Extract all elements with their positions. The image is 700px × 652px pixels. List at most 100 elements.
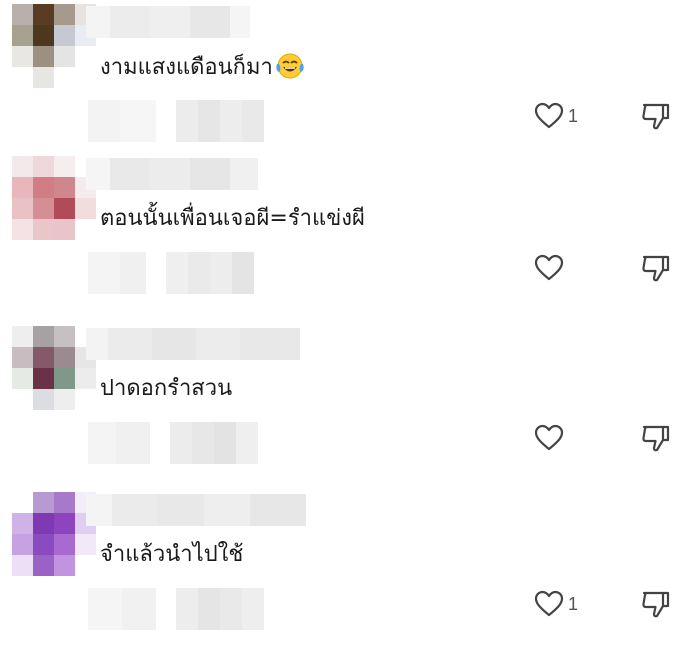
avatar-pixel: [75, 46, 96, 67]
avatar-pixel: [33, 389, 54, 410]
avatar-pixel: [33, 177, 54, 198]
avatar-pixel: [33, 25, 54, 46]
comment-text-body: ปาดอกรำสวน: [100, 376, 233, 401]
avatar[interactable]: [12, 156, 96, 240]
avatar-pixel: [12, 198, 33, 219]
avatar-pixel: [33, 555, 54, 576]
comment-meta-blurred: [88, 588, 264, 630]
comment-text-body: งามแสงแดือนก็มา: [100, 55, 273, 80]
avatar-pixel: [12, 156, 33, 177]
avatar-pixel: [75, 219, 96, 240]
avatar[interactable]: [12, 326, 96, 410]
thumbs-down-icon: [642, 425, 670, 452]
thumbs-down-icon: [642, 103, 670, 130]
avatar-pixel: [12, 177, 33, 198]
avatar-pixel: [54, 534, 75, 555]
like-button[interactable]: 1: [534, 100, 578, 132]
avatar-pixel: [54, 368, 75, 389]
avatar-pixel: [54, 46, 75, 67]
heart-icon: [534, 102, 564, 129]
avatar-pixel: [54, 326, 75, 347]
avatar-pixel: [12, 67, 33, 88]
avatar-pixel: [54, 4, 75, 25]
username-blurred[interactable]: [86, 6, 250, 38]
avatar-pixel: [33, 198, 54, 219]
dislike-button[interactable]: [640, 422, 672, 454]
heart-icon: [534, 254, 564, 281]
avatar-pixel: [54, 198, 75, 219]
like-count: 1: [568, 593, 579, 614]
avatar-pixel: [33, 46, 54, 67]
username-blurred[interactable]: [86, 328, 300, 360]
avatar-pixel: [54, 219, 75, 240]
like-button[interactable]: [534, 422, 568, 454]
avatar-pixel: [33, 326, 54, 347]
avatar-pixel: [33, 368, 54, 389]
avatar-pixel: [33, 219, 54, 240]
comment-item: ปาดอกรำสวน: [0, 326, 700, 486]
avatar-pixel: [75, 534, 96, 555]
avatar-pixel: [12, 4, 33, 25]
avatar-pixel: [12, 25, 33, 46]
comment-text: ตอนนั้นเพื่อนเจอผี=รำแข่งผี: [100, 204, 365, 234]
comment-item: จำแล้วนำไปใช้ 1: [0, 492, 700, 652]
avatar-pixel: [12, 368, 33, 389]
avatar-pixel: [54, 389, 75, 410]
comment-text: จำแล้วนำไปใช้: [100, 540, 243, 570]
comment-text-body: จำแล้วนำไปใช้: [100, 542, 244, 567]
avatar-pixel: [75, 368, 96, 389]
avatar-pixel: [54, 492, 75, 513]
avatar-pixel: [75, 198, 96, 219]
like-button[interactable]: 1: [534, 588, 578, 620]
dislike-button[interactable]: [640, 100, 672, 132]
avatar-pixel: [33, 513, 54, 534]
heart-icon: [534, 590, 564, 617]
dislike-button[interactable]: [640, 252, 672, 284]
comment-text-body: ตอนนั้นเพื่อนเจอผี=รำแข่งผี: [100, 206, 365, 231]
like-count: 1: [568, 105, 579, 126]
avatar-pixel: [54, 156, 75, 177]
dislike-button[interactable]: [640, 588, 672, 620]
thumbs-down-icon: [642, 591, 670, 618]
avatar-pixel: [75, 555, 96, 576]
comment-meta-blurred: [88, 252, 254, 294]
thumbs-down-icon: [642, 255, 670, 282]
avatar-pixel: [12, 492, 33, 513]
like-button[interactable]: [534, 252, 568, 284]
avatar-pixel: [54, 555, 75, 576]
username-blurred[interactable]: [86, 494, 306, 526]
avatar-pixel: [75, 389, 96, 410]
comment-item: ตอนนั้นเพื่อนเจอผี=รำแข่งผี: [0, 156, 700, 316]
avatar-pixel: [33, 347, 54, 368]
comment-meta-blurred: [88, 100, 264, 142]
avatar-pixel: [12, 534, 33, 555]
avatar-pixel: [12, 46, 33, 67]
comment-text: งามแสงแดือนก็มา: [100, 52, 305, 89]
comment-list: งามแสงแดือนก็มา 1 ตอนนั้นเพื่อนเจอผี=รำแ…: [0, 0, 700, 630]
avatar-pixel: [33, 156, 54, 177]
avatar-pixel: [12, 513, 33, 534]
avatar-pixel: [54, 25, 75, 46]
avatar-pixel: [33, 67, 54, 88]
avatar-pixel: [54, 67, 75, 88]
avatar[interactable]: [12, 4, 96, 88]
comment-meta-blurred: [88, 422, 258, 464]
avatar-pixel: [54, 347, 75, 368]
avatar-pixel: [33, 4, 54, 25]
comment-text: ปาดอกรำสวน: [100, 374, 232, 404]
avatar-pixel: [12, 326, 33, 347]
avatar-pixel: [33, 492, 54, 513]
avatar-pixel: [33, 534, 54, 555]
username-blurred[interactable]: [86, 158, 258, 190]
laughing-crying-emoji-icon: [275, 52, 305, 89]
avatar-pixel: [54, 177, 75, 198]
avatar-pixel: [54, 513, 75, 534]
avatar[interactable]: [12, 492, 96, 576]
avatar-pixel: [12, 555, 33, 576]
avatar-pixel: [75, 67, 96, 88]
avatar-pixel: [12, 389, 33, 410]
heart-icon: [534, 424, 564, 451]
comment-item: งามแสงแดือนก็มา 1: [0, 4, 700, 164]
avatar-pixel: [12, 347, 33, 368]
avatar-pixel: [12, 219, 33, 240]
